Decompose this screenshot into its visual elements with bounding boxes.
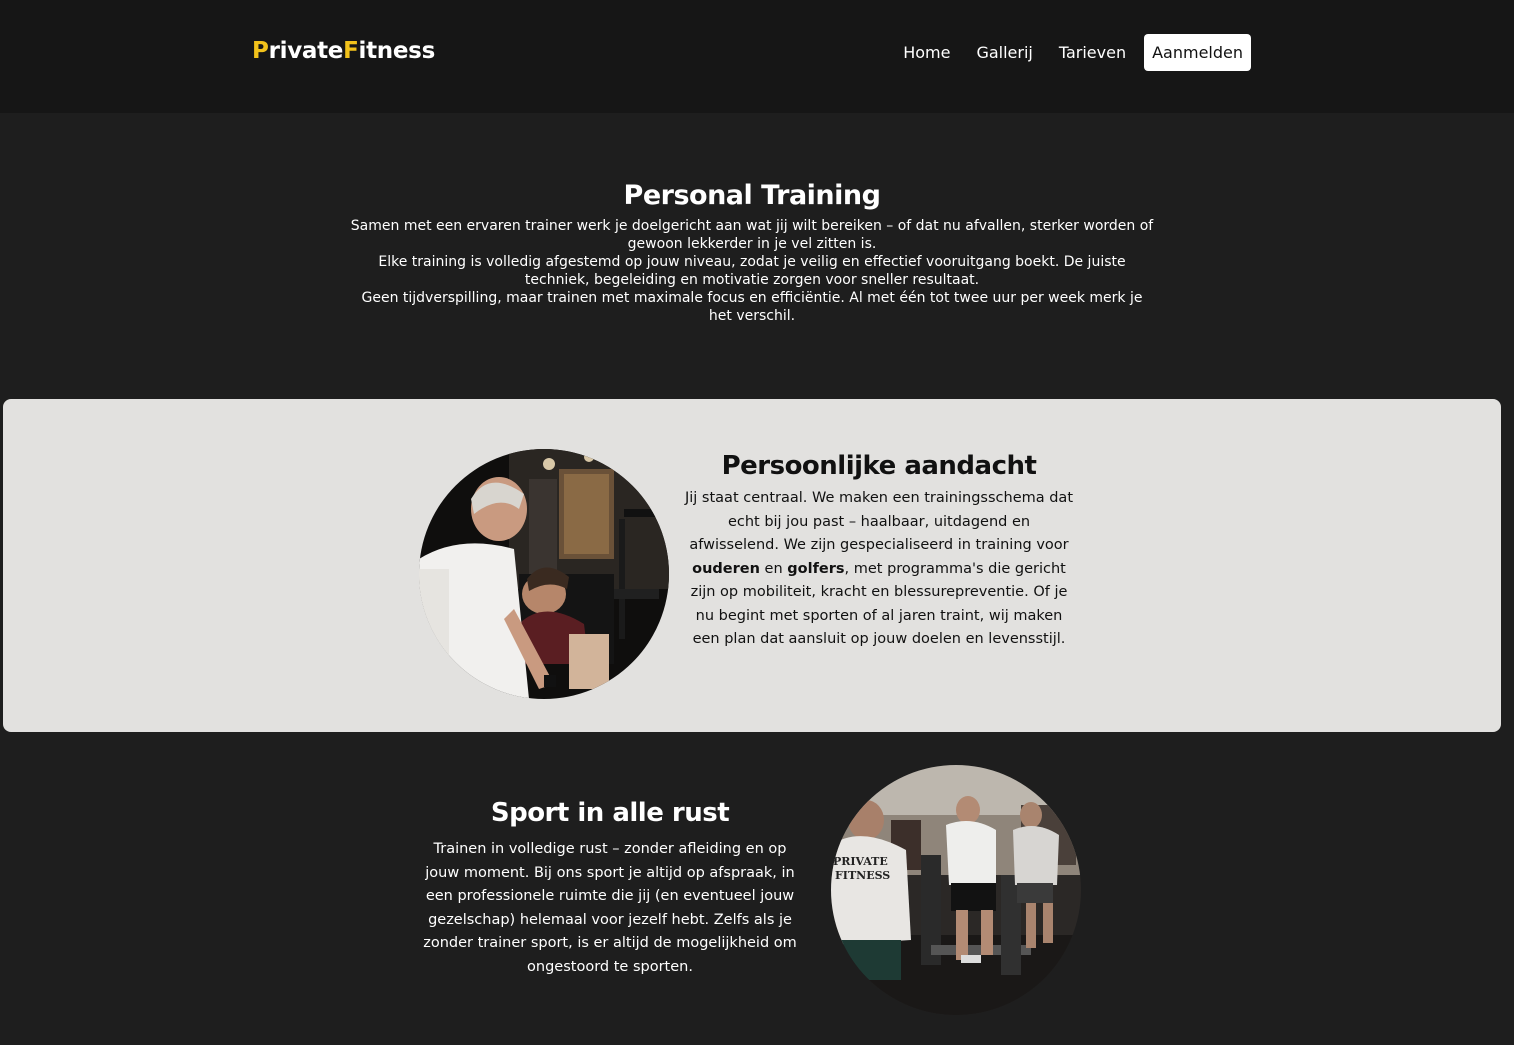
signup-button[interactable]: Aanmelden bbox=[1144, 34, 1251, 71]
personal-attention-content: Persoonlijke aandacht Jij staat centraal… bbox=[684, 451, 1074, 652]
personal-training-title: Personal Training bbox=[623, 180, 881, 211]
site-header: PrivateFitness Home Gallerij Tarieven Aa… bbox=[0, 0, 1514, 113]
intro-paragraph-2: Elke training is volledig afgestemd op j… bbox=[378, 254, 1126, 288]
main-nav: Home Gallerij Tarieven Aanmelden bbox=[890, 34, 1251, 71]
intro-paragraph-1: Samen met een ervaren trainer werk je do… bbox=[350, 218, 1154, 252]
personal-training-section: Personal Training Samen met een ervaren … bbox=[350, 180, 1154, 325]
trainer-with-client-photo bbox=[419, 449, 669, 699]
personal-attention-section: Persoonlijke aandacht Jij staat centraal… bbox=[3, 399, 1501, 732]
intro-paragraph-3: Geen tijdverspilling, maar trainen met m… bbox=[361, 290, 1143, 324]
logo-initial-f: F bbox=[343, 38, 359, 64]
shirt-print-line2: FITNESS bbox=[835, 869, 890, 882]
highlight-elderly: ouderen bbox=[692, 560, 760, 577]
shirt-print-line1: PRIVATE bbox=[833, 855, 888, 868]
logo-initial-p: P bbox=[252, 38, 269, 64]
quiet-training-paragraph: Trainen in volledige rust – zonder aflei… bbox=[423, 841, 797, 975]
site-logo[interactable]: PrivateFitness bbox=[252, 38, 435, 64]
logo-text-itness: itness bbox=[358, 38, 436, 64]
quiet-training-title: Sport in alle rust bbox=[490, 798, 730, 828]
personal-attention-paragraph: Jij staat centraal. We maken een trainin… bbox=[684, 487, 1074, 652]
nav-pricing-link[interactable]: Tarieven bbox=[1046, 34, 1139, 71]
quiet-training-section: Sport in alle rust Trainen in volledige … bbox=[420, 798, 800, 979]
personal-attention-title: Persoonlijke aandacht bbox=[721, 451, 1037, 481]
highlight-golfers: golfers bbox=[787, 560, 845, 577]
gym-cardio-photo: PRIVATE FITNESS bbox=[831, 765, 1081, 1015]
attention-text-2: en bbox=[759, 560, 788, 577]
attention-text-1: Jij staat centraal. We maken een trainin… bbox=[684, 490, 1074, 553]
nav-gallery-link[interactable]: Gallerij bbox=[963, 34, 1045, 71]
nav-home-link[interactable]: Home bbox=[890, 34, 963, 71]
logo-text-rivate: rivate bbox=[268, 38, 344, 64]
